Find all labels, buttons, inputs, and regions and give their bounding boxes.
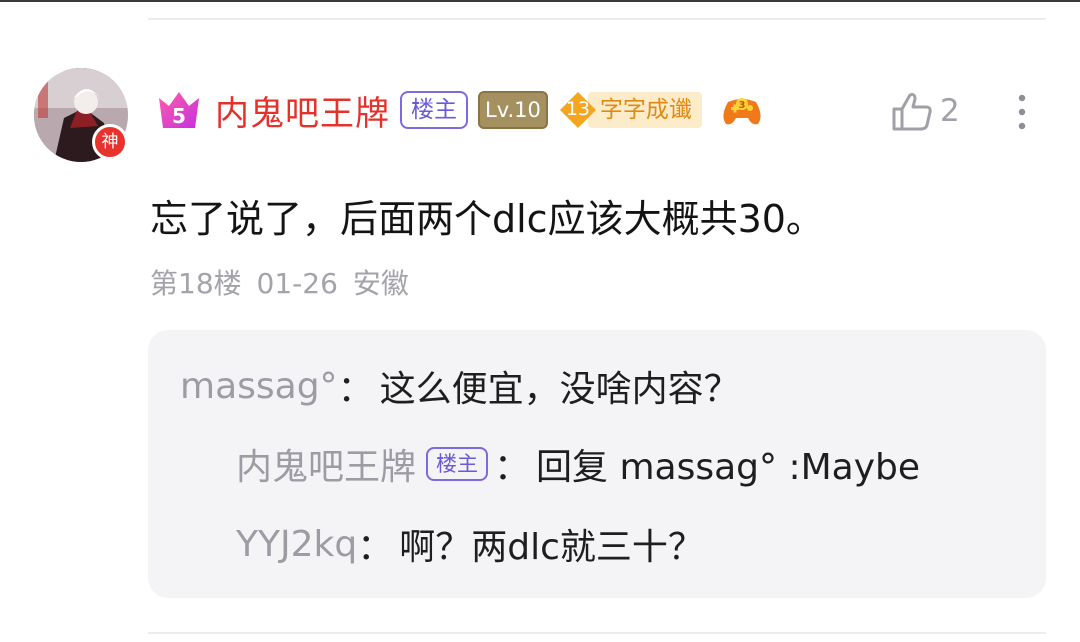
title-level: 13 <box>565 98 590 120</box>
divider-top <box>148 18 1046 20</box>
reply-username[interactable]: YYJ2kq <box>236 524 357 565</box>
post-date: 01-26 <box>256 267 338 300</box>
gamepad-icon: 3 <box>723 98 761 125</box>
avatar-badge: 神 <box>92 124 128 160</box>
post-location: 安徽 <box>352 267 409 300</box>
like-count: 2 <box>940 93 960 129</box>
reply-separator: ： <box>494 447 531 488</box>
post-meta: 第18楼 01-26 安徽 <box>150 262 409 302</box>
level-badge: Lv.10 <box>478 91 548 129</box>
owner-tag: 楼主 <box>426 447 489 481</box>
thumbs-up-icon <box>892 93 932 131</box>
title-text: 字字成谶 <box>587 92 702 128</box>
divider-bottom <box>148 632 1046 634</box>
floor-number: 第18楼 <box>150 267 242 300</box>
title-level-badge: 13 <box>558 90 598 130</box>
reply-text: 啊？两dlc就三十？ <box>399 527 704 568</box>
top-rule <box>0 0 1080 2</box>
more-vertical-icon[interactable] <box>1008 92 1036 132</box>
post-content: 忘了说了，后面两个dlc应该大概共30。 <box>150 197 824 241</box>
reply-item[interactable]: YYJ2kq ： 啊？两dlc就三十？ <box>236 518 704 570</box>
reply-item[interactable]: massag° ： 这么便宜，没啥内容？ <box>180 360 740 412</box>
reply-separator: ： <box>357 527 394 568</box>
reply-username[interactable]: 内鬼吧王牌 <box>236 438 416 490</box>
reply-list[interactable]: massag° ： 这么便宜，没啥内容？ 内鬼吧王牌 楼主 ： 回复 massa… <box>148 330 1046 598</box>
owner-tag: 楼主 <box>400 91 468 129</box>
reply-item[interactable]: 内鬼吧王牌 楼主 ： 回复 massag° :Maybe <box>236 438 920 490</box>
reply-text: 回复 massag° :Maybe <box>536 447 921 488</box>
crown-icon: 5 <box>159 92 199 128</box>
reply-username[interactable]: massag° <box>180 366 338 407</box>
reply-text: 这么便宜，没啥内容？ <box>379 369 740 410</box>
user-info-row: 5 内鬼吧王牌 楼主 Lv.10 13 字字成谶 3 <box>155 86 764 135</box>
reply-separator: ： <box>337 369 374 410</box>
username[interactable]: 内鬼吧王牌 <box>215 86 390 135</box>
like-button[interactable]: 2 <box>890 88 960 134</box>
svg-text:5: 5 <box>172 104 186 128</box>
title-badge: 13 字字成谶 <box>558 90 702 130</box>
svg-text:3: 3 <box>738 100 745 111</box>
